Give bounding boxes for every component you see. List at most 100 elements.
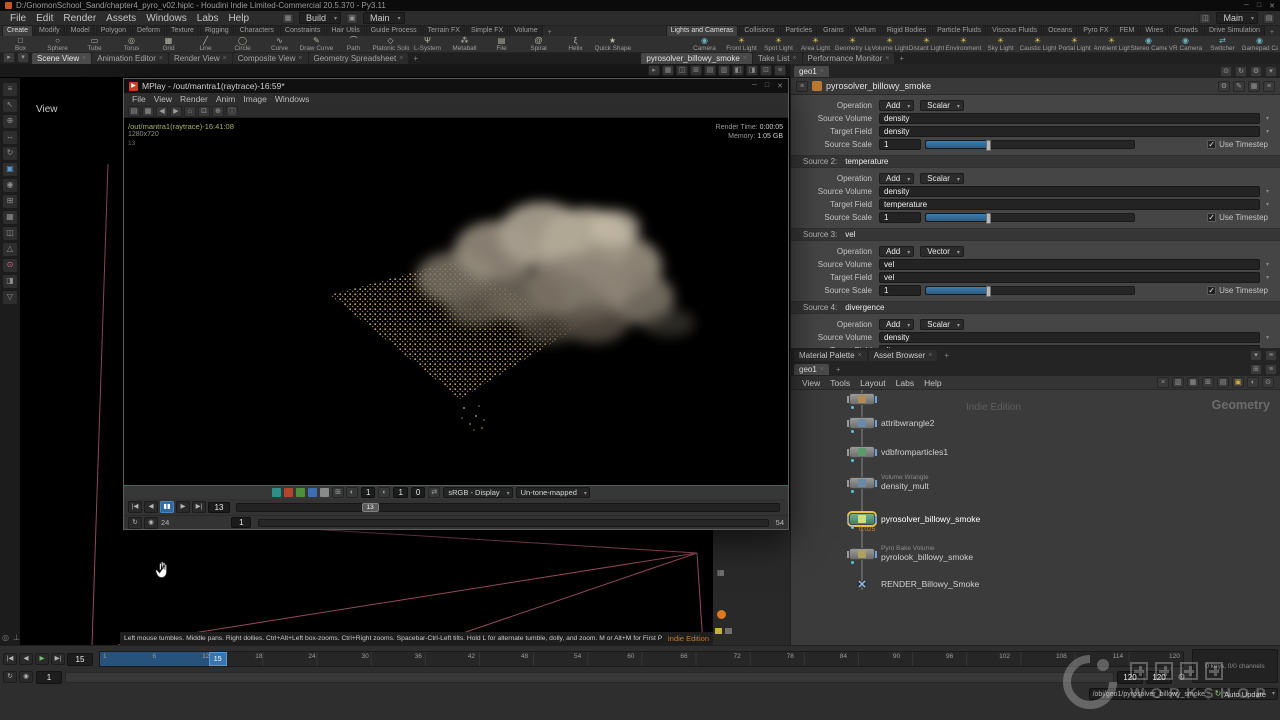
data-type-dropdown[interactable]: Scalar [920, 173, 964, 184]
shelf-tab[interactable]: Grains [818, 25, 849, 36]
shelf-tool[interactable]: ⁂ Metaball [446, 36, 483, 52]
shelf-tool[interactable]: ○ Sphere [39, 36, 76, 52]
param-header-icon[interactable]: ≡ [1263, 81, 1275, 92]
shelf-tab[interactable]: Collisions [739, 25, 779, 36]
mplay-toolbar-icon[interactable]: ▤ [128, 106, 140, 117]
add-pane-tab-button[interactable]: + [940, 350, 953, 361]
shelf-tool[interactable]: @ Spiral [520, 36, 557, 52]
node-input-flag[interactable] [847, 480, 849, 487]
mplay-fps-field[interactable]: 24 [161, 518, 169, 527]
menu-item[interactable]: Help [223, 13, 254, 24]
target-field-field[interactable]: vel [879, 272, 1260, 283]
shelf-tab[interactable]: Lights and Cameras [666, 25, 739, 36]
data-type-dropdown[interactable]: Vector [920, 246, 964, 257]
mplay-range-slider[interactable] [258, 519, 768, 527]
shelf-tab[interactable]: Characters [235, 25, 279, 36]
network-editor-graph[interactable]: Indie Edition Geometry [791, 390, 1280, 645]
network-node[interactable]: Pyro Bake Volume pyrolook_billowy_smoke [849, 547, 973, 561]
mplay-toolbar-icon[interactable]: ⓘ [226, 106, 238, 117]
shelf-tool[interactable]: ∿ Curve [261, 36, 298, 52]
node-chip[interactable] [849, 548, 875, 560]
shelf-tab[interactable]: FEM [1115, 25, 1140, 36]
node-input-flag[interactable] [847, 396, 849, 403]
network-toolbar-icon[interactable]: ⊙ [1262, 377, 1274, 388]
current-frame-field[interactable]: 15 [67, 653, 93, 666]
param-header-icon[interactable]: ✎ [1233, 81, 1245, 92]
source-scale-field[interactable]: 1 [879, 139, 921, 150]
shelf-tab[interactable]: Pyro FX [1078, 25, 1113, 36]
shelf-tool[interactable]: ☀ Distant Light [908, 36, 945, 52]
display-option-icon[interactable]: ◐ [346, 487, 358, 498]
pane-split-icon[interactable]: ▾ [17, 52, 29, 63]
shelf-tool[interactable]: ◉ VR Camera [1167, 36, 1204, 52]
shelf-tab[interactable]: Vellum [850, 25, 881, 36]
node-input-flag[interactable] [847, 449, 849, 456]
shelf-tool[interactable]: ▦ Grid [150, 36, 187, 52]
mplay-toolbar-icon[interactable]: ⊡ [198, 106, 210, 117]
transport-button[interactable]: ▶ [35, 653, 49, 665]
source-volume-field[interactable]: density [879, 186, 1260, 197]
shelf-tool[interactable]: ◇ Platonic Solids [372, 36, 409, 52]
add-shelf-tab-button[interactable]: + [544, 29, 556, 36]
node-display-flag[interactable] [875, 449, 877, 456]
geo1-context-tab[interactable]: geo1 [794, 66, 829, 77]
pane-option-icon[interactable]: ⊞ [1250, 364, 1262, 375]
pane-tab[interactable]: Material Palette [794, 350, 867, 361]
mplay-menu-item[interactable]: Render [176, 94, 212, 104]
target-field-field[interactable]: divergence [879, 345, 1260, 349]
display-option-icon[interactable] [725, 628, 732, 634]
network-toolbar-icon[interactable]: × [1157, 377, 1169, 388]
take-dropdown[interactable]: Main [363, 12, 405, 24]
pane-option-icon[interactable]: ↻ [1235, 66, 1247, 77]
shelf-tool[interactable]: ◉ Gamepad Camera [1241, 36, 1278, 52]
network-node[interactable]: RENDER_Billowy_Smoke [849, 577, 979, 591]
menu-item[interactable]: Render [58, 13, 101, 24]
operation-dropdown[interactable]: Add [879, 100, 914, 111]
use-timestep-checkbox[interactable]: ✓ [1207, 140, 1216, 149]
operation-dropdown[interactable]: Add [879, 319, 914, 330]
shelf-tab[interactable]: Texture [166, 25, 199, 36]
shelf-tool[interactable]: ξ Helix [557, 36, 594, 52]
shelf-tool[interactable]: ▭ Tube [76, 36, 113, 52]
shelf-tool[interactable]: ◉ Camera [686, 36, 723, 52]
network-toolbar-icon[interactable]: ▤ [1217, 377, 1229, 388]
add-pane-tab-button[interactable]: + [832, 364, 845, 375]
mplay-transport-button[interactable]: ▶ [176, 501, 190, 513]
mplay-transport-button[interactable]: ▮▮ [160, 501, 174, 513]
swap-icon[interactable]: ⇄ [428, 487, 440, 498]
shelf-tool[interactable]: ☀ Geometry Light [834, 36, 871, 52]
param-section-header[interactable]: Source 2: temperature [791, 155, 1280, 168]
display-option-icon[interactable]: ⊞ [332, 487, 344, 498]
mplay-minimize-button[interactable]: ─ [752, 82, 757, 90]
node-display-flag[interactable] [875, 420, 877, 427]
viewport-corner-icon[interactable]: ◎ [2, 633, 9, 642]
minimize-button[interactable]: ─ [1244, 2, 1249, 10]
shelf-tool[interactable]: ▤ File [483, 36, 520, 52]
shelf-tool[interactable]: ★ Quick Shapes [594, 36, 631, 52]
shelf-tab[interactable]: Terrain FX [423, 25, 465, 36]
mplay-frame-slider[interactable]: 13 [236, 503, 780, 512]
grid-icon[interactable]: ▦ [717, 568, 725, 577]
pane-tab[interactable]: Render View [169, 53, 232, 64]
pane-option-icon[interactable]: ▾ [1250, 350, 1262, 361]
add-pane-tab-button[interactable]: + [895, 53, 908, 64]
shelf-tool[interactable]: ⇄ Switcher [1204, 36, 1241, 52]
shelf-tool[interactable]: ☀ Environment Light [945, 36, 982, 52]
current-node-name[interactable]: pyrosolver_billowy_smoke [826, 81, 931, 91]
network-toolbar-icon[interactable]: ⊞ [1202, 377, 1214, 388]
node-chip[interactable] [849, 578, 875, 590]
shelf-tool[interactable]: ✎ Draw Curve [298, 36, 335, 52]
mplay-titlebar[interactable]: ▶ MPlay - /out/mantra1(raytrace)-16:59* … [124, 79, 788, 93]
network-toolbar-icon[interactable]: ◐ [1247, 377, 1259, 388]
shelf-tool[interactable]: ☀ Front Light [723, 36, 760, 52]
param-header-icon[interactable]: ▦ [1248, 81, 1260, 92]
param-menu-arrow-icon[interactable]: ▾ [1263, 261, 1272, 268]
param-menu-arrow-icon[interactable]: ▾ [1263, 201, 1272, 208]
mplay-range-start-field[interactable]: 1 [231, 517, 251, 528]
node-display-flag[interactable] [875, 396, 877, 403]
source-scale-slider[interactable] [925, 213, 1135, 222]
param-menu-arrow-icon[interactable]: ▾ [1263, 274, 1272, 281]
network-node[interactable]: pyrosolver_billowy_smoke 0.025 [849, 512, 980, 526]
network-toolbar-icon[interactable]: ▥ [1172, 377, 1184, 388]
add-pane-tab-button[interactable]: + [409, 53, 422, 64]
